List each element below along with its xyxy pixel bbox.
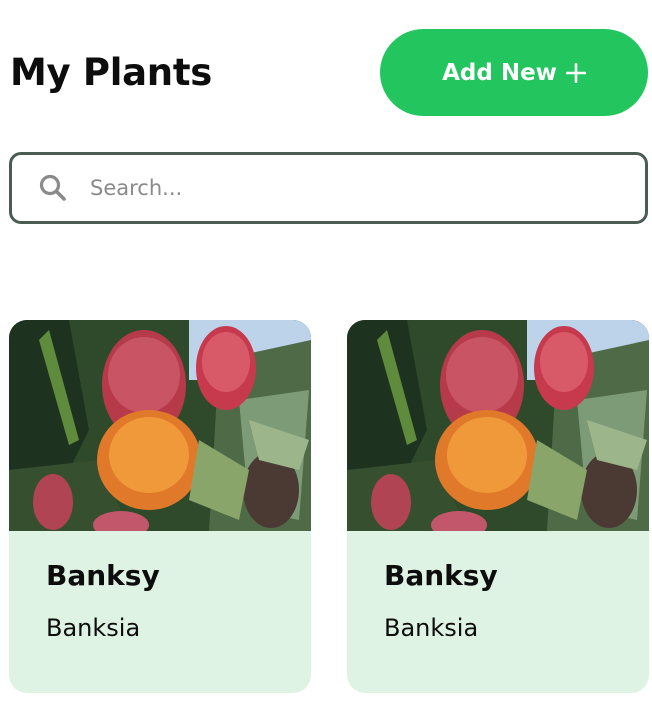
search-icon <box>38 173 68 203</box>
plant-photo <box>9 320 311 531</box>
plant-species: Banksia <box>46 614 141 642</box>
plus-icon <box>565 62 587 83</box>
plant-card[interactable]: Banksy Banksia <box>347 320 649 693</box>
plant-name: Banksy <box>384 559 498 592</box>
plant-card[interactable]: Banksy Banksia <box>9 320 311 693</box>
search-bar[interactable] <box>9 152 648 224</box>
add-new-button-label: Add New <box>442 59 557 86</box>
plant-photo <box>347 320 649 531</box>
page-title: My Plants <box>10 51 212 94</box>
plant-name: Banksy <box>46 559 160 592</box>
add-new-button[interactable]: Add New <box>380 29 648 116</box>
plant-species: Banksia <box>384 614 479 642</box>
search-input[interactable] <box>88 175 612 201</box>
